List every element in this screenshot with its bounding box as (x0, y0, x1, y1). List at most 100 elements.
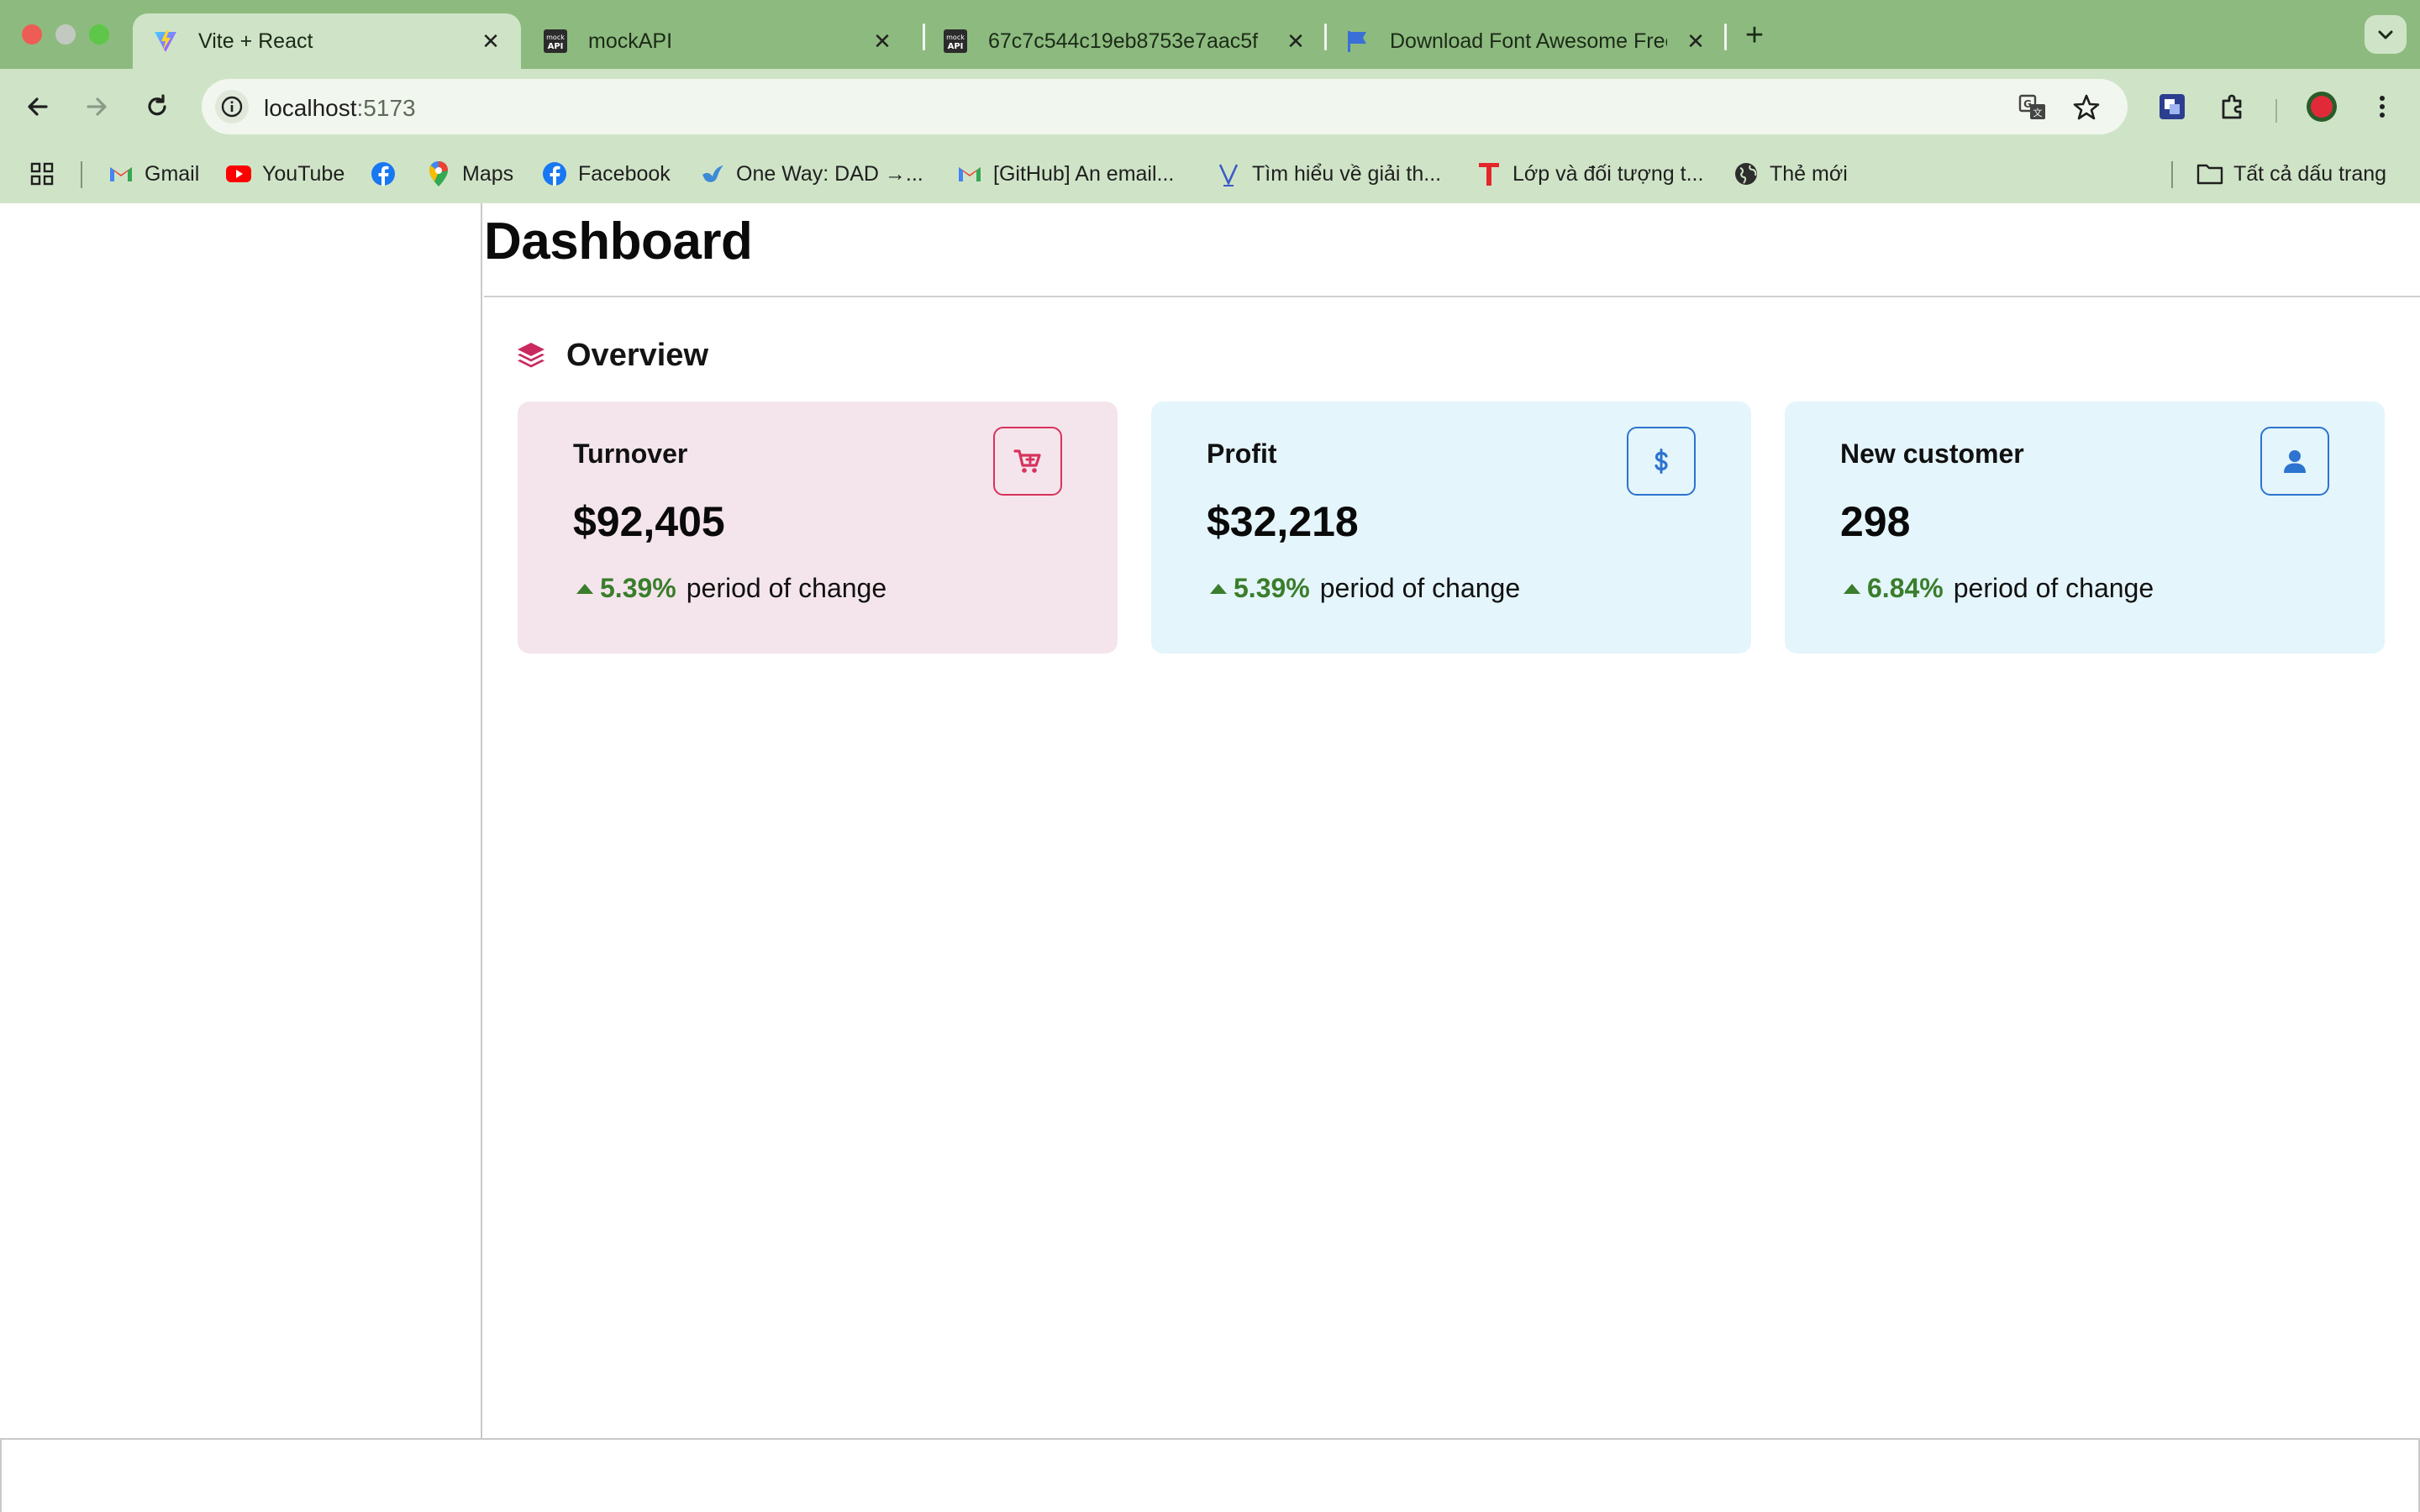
bird-icon (699, 160, 726, 187)
close-icon[interactable]: ✕ (872, 29, 892, 54)
bookmark-facebook-2[interactable]: Facebook (541, 160, 671, 188)
svg-text:API: API (948, 42, 964, 51)
bookmark-label: One Way: DAD →... (736, 161, 923, 186)
bookmark-label: Tìm hiểu về giải th... (1252, 161, 1442, 186)
cart-icon (1013, 449, 1041, 473)
apps-grid-button[interactable] (29, 160, 55, 188)
toolbar-separator (2275, 99, 2277, 123)
change-percent: 5.39% (1234, 573, 1310, 603)
user-icon (2284, 450, 2306, 473)
close-icon[interactable]: ✕ (481, 29, 501, 54)
card-label: New customer (1840, 438, 2024, 469)
extension-translate-icon[interactable] (2153, 87, 2191, 126)
new-tab-button[interactable]: + (1738, 18, 1771, 53)
dollar-icon-button[interactable] (1627, 427, 1696, 496)
page-header: Dashboard (484, 203, 2420, 297)
tab-title: Download Font Awesome Free (1390, 29, 1667, 53)
bookmark-maps[interactable]: Maps (425, 160, 513, 188)
url-text[interactable]: localhost:5173 (264, 95, 416, 122)
tab-mockapi[interactable]: mock API mockAPI ✕ (523, 13, 913, 69)
bookmarks-separator (81, 161, 82, 188)
bookmark-facebook-1[interactable] (370, 160, 397, 188)
arrow-left-icon (28, 97, 48, 116)
profile-avatar[interactable] (2302, 87, 2341, 126)
bookmark-one-way[interactable]: One Way: DAD →... (699, 160, 923, 188)
bookmarks-separator (2171, 161, 2173, 188)
bookmark-label: YouTube (262, 161, 345, 186)
bookmark-gmail[interactable]: Gmail (108, 160, 199, 188)
window-close-button[interactable] (22, 24, 42, 45)
card-value: 298 (1840, 498, 1911, 545)
tab-vite-react[interactable]: Vite + React ✕ (133, 13, 521, 69)
svg-text:mock: mock (546, 34, 565, 41)
all-bookmarks-button[interactable]: Tất cả dấu trang (2196, 160, 2386, 188)
change-percent: 5.39% (600, 573, 676, 603)
overview-heading: Overview (516, 334, 708, 376)
tab-title: mockAPI (588, 29, 673, 53)
page-title: Dashboard (484, 213, 753, 270)
new-customer-card: New customer 298 6.84% period of change (1785, 402, 2385, 654)
bottom-panel (0, 1438, 2420, 1512)
url-host: localhost (264, 95, 357, 121)
card-label: Profit (1207, 438, 1277, 469)
card-change: 5.39% period of change (1210, 573, 1520, 604)
more-menu-icon[interactable] (2363, 87, 2402, 126)
window-zoom-button[interactable] (89, 24, 109, 45)
font-awesome-flag-icon (1344, 29, 1370, 54)
close-icon[interactable]: ✕ (1286, 29, 1306, 54)
cart-icon-button[interactable] (993, 427, 1062, 496)
mockapi-icon: mock API (543, 29, 568, 54)
change-percent: 6.84% (1867, 573, 1944, 603)
browser-toolbar: localhost:5173 G文 (0, 69, 2420, 144)
change-text: period of change (686, 573, 887, 603)
address-bar[interactable]: localhost:5173 G文 (202, 79, 2128, 134)
bookmark-lop-doi-tuong[interactable]: Lớp và đối tượng t... (1476, 160, 1703, 188)
tab-mockapi-resource[interactable]: mock API 67c7c544c19eb8753e7aac5f ✕ (923, 13, 1326, 69)
tab-strip: Vite + React ✕ mock API mockAPI ✕ mock API… (0, 0, 2420, 69)
turnover-card: Turnover $92,405 5.39% period of change (518, 402, 1118, 654)
bookmark-the-moi[interactable]: Thẻ mới (1733, 160, 1848, 188)
t-icon (1476, 160, 1502, 187)
user-icon-button[interactable] (2260, 427, 2329, 496)
card-value: $32,218 (1207, 498, 1359, 545)
reload-button[interactable] (138, 87, 176, 126)
svg-text:mock: mock (946, 34, 965, 41)
bookmark-label: Gmail (145, 161, 200, 186)
change-text: period of change (1319, 573, 1521, 603)
folder-icon (2196, 160, 2223, 187)
translate-icon[interactable]: G文 (2018, 93, 2047, 122)
bookmarks-bar: Gmail YouTube Maps Facebook One Way: DAD… (0, 144, 2420, 203)
svg-text:文: 文 (2033, 107, 2043, 118)
tab-search-button[interactable] (2365, 15, 2407, 54)
chevron-down-icon (2378, 30, 2393, 39)
mockapi-icon: mock API (943, 29, 968, 54)
window-minimize-button[interactable] (55, 24, 76, 45)
card-change: 6.84% period of change (1844, 573, 2154, 604)
sidebar (0, 203, 482, 1438)
extensions-puzzle-icon[interactable] (2213, 87, 2252, 126)
layers-icon (518, 343, 544, 368)
caret-up-icon (576, 583, 593, 594)
card-label: Turnover (573, 438, 688, 469)
arrow-right-icon (87, 97, 107, 116)
tab-separator (1724, 24, 1727, 50)
bookmark-label: Lớp và đối tượng t... (1512, 161, 1704, 186)
bookmark-youtube[interactable]: YouTube (225, 160, 345, 188)
gmail-icon (108, 160, 134, 187)
close-icon[interactable]: ✕ (1686, 29, 1706, 54)
site-info-icon[interactable] (215, 90, 249, 123)
card-value: $92,405 (573, 498, 725, 545)
bookmark-label: Facebook (578, 161, 671, 186)
card-change: 5.39% period of change (576, 573, 886, 604)
dollar-icon (1655, 449, 1668, 474)
star-icon[interactable] (2072, 93, 2101, 122)
tab-font-awesome[interactable]: Download Font Awesome Free ✕ (1324, 13, 1726, 69)
back-button[interactable] (18, 87, 57, 126)
v-icon (1215, 160, 1242, 187)
bookmark-github-email[interactable]: [GitHub] An email... (956, 160, 1174, 188)
bookmark-tim-hieu[interactable]: Tìm hiểu về giải th... (1215, 160, 1441, 188)
all-bookmarks-label: Tất cả dấu trang (2233, 161, 2387, 186)
vite-icon (153, 29, 178, 54)
forward-button[interactable] (77, 87, 116, 126)
section-title: Overview (566, 337, 708, 373)
